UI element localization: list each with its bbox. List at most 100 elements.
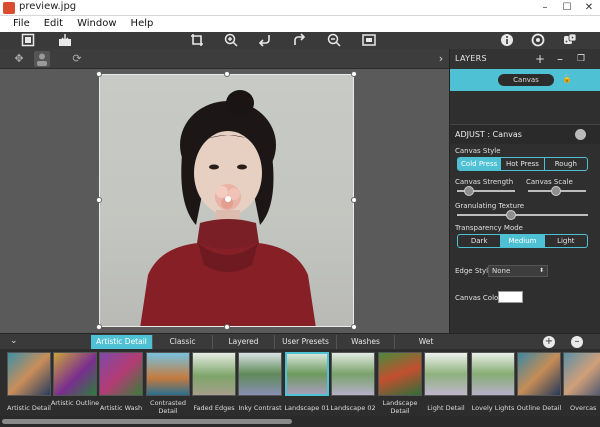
- canvas-style-rough[interactable]: Rough: [545, 158, 587, 170]
- layers-header: LAYERS + – ❐: [450, 49, 600, 69]
- chevron-down-icon[interactable]: ⌄: [10, 336, 18, 346]
- preset-thumb-lovely-lights[interactable]: [471, 352, 515, 396]
- reset-adjust-icon[interactable]: [575, 129, 586, 140]
- resize-handle-bottom-left[interactable]: [96, 324, 102, 330]
- redo-icon[interactable]: [291, 33, 306, 48]
- resize-handle-top[interactable]: [224, 71, 230, 77]
- preset-thumb-outline-detail[interactable]: [517, 352, 561, 396]
- lock-icon[interactable]: 🔒: [562, 74, 572, 83]
- granulating-texture-knob[interactable]: [506, 210, 516, 220]
- tab-wet[interactable]: Wet: [395, 335, 457, 349]
- fit-to-screen-icon[interactable]: [361, 33, 376, 48]
- save-icon[interactable]: [57, 33, 72, 48]
- preset-thumb-overcast[interactable]: [563, 352, 600, 396]
- edge-style-dropdown[interactable]: None ⬍: [488, 265, 548, 277]
- tab-classic[interactable]: Classic: [153, 335, 213, 349]
- menu-edit[interactable]: Edit: [37, 16, 70, 32]
- menu-window[interactable]: Window: [70, 16, 123, 32]
- resize-handle-bottom[interactable]: [224, 324, 230, 330]
- layer-row-canvas[interactable]: Canvas 🔒: [450, 69, 600, 91]
- remove-preset-button[interactable]: –: [571, 336, 583, 348]
- tab-user-presets[interactable]: User Presets: [275, 335, 337, 349]
- edge-style-label: Edge Style: [455, 267, 493, 275]
- crop-icon[interactable]: [189, 33, 204, 48]
- menu-bar: File Edit Window Help: [0, 16, 600, 32]
- center-point[interactable]: [225, 196, 231, 202]
- tab-washes[interactable]: Washes: [337, 335, 395, 349]
- canvas-style-cold-press[interactable]: Cold Press: [458, 158, 502, 170]
- window-controls: – ☐ ✕: [534, 0, 600, 16]
- preset-thumb-artistic-outline[interactable]: [53, 352, 97, 396]
- maximize-button[interactable]: ☐: [556, 0, 578, 16]
- layers-title: LAYERS: [455, 54, 487, 63]
- duplicate-layer-icon[interactable]: ❐: [577, 52, 585, 66]
- right-panel: LAYERS + – ❐ Canvas 🔒 ADJUST : Canvas Ca…: [449, 49, 600, 334]
- preset-thumb-contrasted-detail[interactable]: [146, 352, 190, 396]
- edge-style-value: None: [492, 267, 511, 275]
- menu-help[interactable]: Help: [124, 16, 161, 32]
- tab-artistic-detail[interactable]: Artistic Detail: [91, 335, 153, 349]
- preset-thumb-landscape-01[interactable]: [285, 352, 329, 396]
- add-layer-icon[interactable]: +: [535, 52, 545, 66]
- canvas-scale-label: Canvas Scale: [526, 178, 573, 186]
- tab-layered[interactable]: Layered: [213, 335, 275, 349]
- transparency-dark[interactable]: Dark: [458, 235, 502, 247]
- remove-layer-icon[interactable]: –: [557, 52, 563, 66]
- minimize-button[interactable]: –: [534, 0, 556, 16]
- canvas-scale-slider[interactable]: [528, 186, 586, 196]
- preset-thumb-landscape-detail[interactable]: [378, 352, 422, 396]
- canvas-tool-strip: ✥ ⟳ ›: [0, 49, 449, 69]
- preset-thumb-artistic-detail[interactable]: [7, 352, 51, 396]
- layer-name: Canvas: [498, 74, 554, 86]
- preset-label: Outline Detail: [516, 404, 562, 412]
- info-icon[interactable]: [499, 33, 514, 48]
- canvas-scale-knob[interactable]: [551, 186, 561, 196]
- preset-label: Inky Contrast: [238, 404, 282, 412]
- settings-icon[interactable]: [530, 33, 545, 48]
- zoom-out-icon[interactable]: [326, 33, 341, 48]
- menu-file[interactable]: File: [6, 16, 37, 32]
- main-toolbar: [0, 32, 600, 49]
- canvas-style-hot-press[interactable]: Hot Press: [501, 158, 545, 170]
- app-window: preview.jpg – ☐ ✕ File Edit Window Help: [0, 0, 600, 427]
- resize-handle-top-right[interactable]: [351, 71, 357, 77]
- open-image-icon[interactable]: [20, 33, 35, 48]
- granulating-texture-slider[interactable]: [457, 210, 588, 220]
- preset-label: Landscape 02: [330, 404, 376, 412]
- title-bar: preview.jpg – ☐ ✕: [0, 0, 600, 16]
- preset-label: Lovely Lights: [471, 404, 515, 412]
- dice-icon[interactable]: [562, 33, 577, 48]
- transparency-mode-label: Transparency Mode: [455, 224, 523, 232]
- resize-handle-bottom-right[interactable]: [351, 324, 357, 330]
- resize-handle-right[interactable]: [351, 197, 357, 203]
- canvas-strength-knob[interactable]: [464, 186, 474, 196]
- zoom-in-icon[interactable]: [223, 33, 238, 48]
- add-preset-button[interactable]: +: [543, 336, 555, 348]
- canvas-color-swatch[interactable]: [498, 291, 523, 303]
- preset-label: Landscape 01: [284, 404, 330, 412]
- move-icon[interactable]: ✥: [11, 51, 27, 67]
- preset-thumb-landscape-02[interactable]: [331, 352, 375, 396]
- preset-thumb-light-detail[interactable]: [424, 352, 468, 396]
- preset-thumb-inky-contrast[interactable]: [238, 352, 282, 396]
- close-button[interactable]: ✕: [578, 0, 600, 16]
- chevron-right-icon[interactable]: ›: [433, 51, 449, 67]
- layers-list-empty: [450, 91, 600, 121]
- app-icon: [3, 2, 15, 14]
- thumbnail-scrollbar[interactable]: [0, 416, 600, 427]
- scrollbar-thumb[interactable]: [2, 419, 292, 424]
- preset-thumb-artistic-wash[interactable]: [99, 352, 143, 396]
- transparency-medium[interactable]: Medium: [501, 235, 545, 247]
- canvas-strength-slider[interactable]: [457, 186, 515, 196]
- preset-tab-bar: ⌄ Artistic Detail Classic Layered User P…: [0, 333, 600, 349]
- resize-handle-left[interactable]: [96, 197, 102, 203]
- transparency-light[interactable]: Light: [545, 235, 587, 247]
- granulating-texture-label: Granulating Texture: [455, 202, 525, 210]
- undo-icon[interactable]: [257, 33, 272, 48]
- preset-thumb-faded-edges[interactable]: [192, 352, 236, 396]
- person-mask-icon[interactable]: [34, 51, 50, 67]
- canvas-strength-label: Canvas Strength: [455, 178, 514, 186]
- refresh-icon[interactable]: ⟳: [69, 51, 85, 67]
- canvas-area[interactable]: [0, 69, 449, 333]
- resize-handle-top-left[interactable]: [96, 71, 102, 77]
